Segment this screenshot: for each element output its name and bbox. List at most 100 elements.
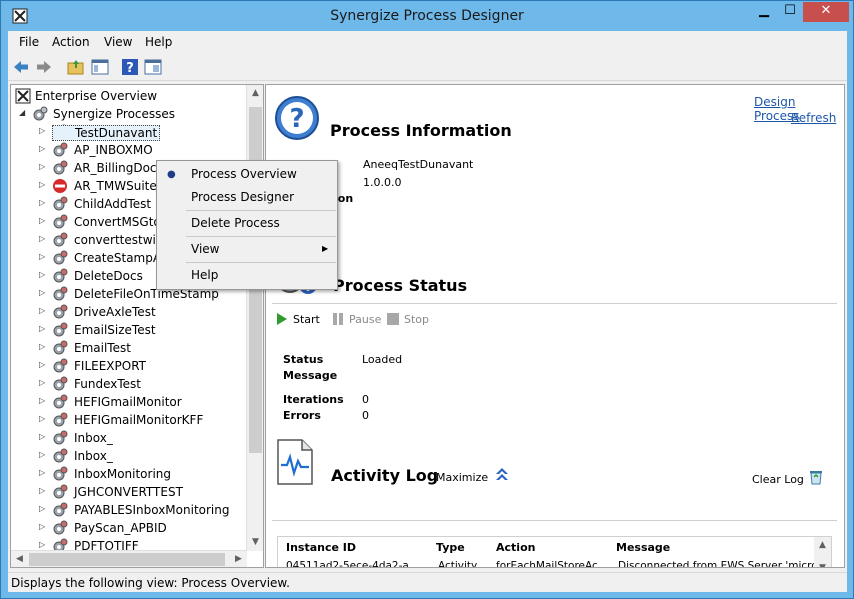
context-item-view[interactable]: View [191, 242, 219, 256]
process-icon [53, 394, 68, 409]
expand-arrow-icon[interactable]: ▷ [39, 144, 45, 153]
status-value: Loaded [362, 353, 403, 366]
help-icon[interactable]: ? [121, 58, 139, 76]
context-item-process-designer[interactable]: Process Designer [191, 190, 294, 204]
tree-item-label: Inbox_ [74, 449, 113, 463]
expand-arrow-icon[interactable]: ▷ [39, 486, 45, 495]
recycle-bin-icon[interactable] [808, 469, 824, 485]
expand-arrow-icon[interactable]: ▷ [39, 216, 45, 225]
expand-arrow-icon[interactable]: ▷ [39, 198, 45, 207]
cell-message: Disconnected from EWS Server 'microdea [618, 560, 814, 568]
context-item-process-overview[interactable]: Process Overview [191, 167, 297, 181]
grid-vertical-scrollbar[interactable]: ▲ ▼ [814, 537, 831, 567]
expand-arrow-icon[interactable]: ▷ [39, 360, 45, 369]
tree-item-label: HEFIGmailMonitor [74, 395, 182, 409]
expand-arrow-icon[interactable]: ▷ [39, 234, 45, 243]
process-icon [53, 196, 68, 211]
expand-arrow-icon[interactable]: ▷ [39, 162, 45, 171]
expand-arrow-icon[interactable]: ▷ [39, 378, 45, 387]
scroll-down-arrow-icon[interactable]: ▼ [247, 534, 263, 551]
minimize-button[interactable]: ▁ [751, 2, 777, 22]
tree-group-label: Synergize Processes [53, 107, 176, 121]
activity-log-grid[interactable]: Instance ID Type Action Message 04511ad2… [277, 536, 832, 568]
process-icon [53, 520, 68, 535]
process-name-value: AneeqTestDunavant [363, 158, 474, 171]
col-type[interactable]: Type [436, 541, 465, 554]
maximize-chevrons-icon[interactable] [494, 466, 510, 482]
process-icon [53, 376, 68, 391]
close-button[interactable]: ✕ [803, 2, 849, 22]
maximize-button[interactable]: ☐ [777, 2, 803, 22]
status-label: Status [283, 353, 324, 366]
col-action[interactable]: Action [496, 541, 535, 554]
col-message[interactable]: Message [616, 541, 670, 554]
scroll-left-arrow-icon[interactable]: ◀ [11, 551, 28, 567]
folder-up-icon[interactable] [67, 58, 85, 76]
back-arrow-icon[interactable] [12, 58, 30, 76]
status-bar: Displays the following view: Process Ove… [8, 572, 847, 592]
tree-hscroll-thumb[interactable] [29, 553, 225, 566]
expand-arrow-icon[interactable]: ▷ [39, 522, 45, 531]
scroll-right-arrow-icon[interactable]: ▶ [230, 551, 247, 567]
stop-icon [387, 313, 399, 325]
expand-arrow-icon[interactable]: ▷ [39, 414, 45, 423]
col-instance-id[interactable]: Instance ID [286, 541, 356, 554]
menu-file[interactable]: File [19, 35, 39, 49]
clear-log-label[interactable]: Clear Log [752, 473, 804, 486]
toolbar: ? [8, 53, 847, 81]
expand-arrow-icon[interactable]: ▷ [39, 432, 45, 441]
errors-label: Errors [283, 409, 321, 422]
grid-scroll-down-arrow-icon[interactable]: ▼ [814, 560, 831, 567]
process-info-title: Process Information [330, 121, 512, 140]
process-icon [53, 250, 68, 265]
tree-item-label: DriveAxleTest [74, 305, 156, 319]
process-icon [53, 484, 68, 499]
tree-item-label: Inbox_ [74, 431, 113, 445]
tree-vertical-scrollbar[interactable]: ▲ ▼ [246, 85, 263, 551]
tree-horizontal-scrollbar[interactable]: ◀ ▶ [11, 550, 247, 567]
show-tree-icon[interactable] [91, 58, 109, 76]
scroll-up-arrow-icon[interactable]: ▲ [247, 85, 263, 102]
process-icon [53, 232, 68, 247]
iterations-value: 0 [362, 393, 369, 406]
process-icon [53, 340, 68, 355]
stop-button[interactable]: Stop [387, 313, 429, 326]
context-item-help[interactable]: Help [191, 268, 218, 282]
collapse-arrow-icon[interactable]: ◢ [19, 108, 25, 117]
properties-icon[interactable] [144, 58, 162, 76]
start-button[interactable]: Start [276, 313, 320, 326]
refresh-link[interactable]: Refresh [791, 111, 836, 125]
play-icon [277, 313, 287, 325]
expand-arrow-icon[interactable]: ▷ [39, 540, 45, 549]
process-icon [53, 412, 68, 427]
expand-arrow-icon[interactable]: ▷ [39, 180, 45, 189]
activity-log-title: Activity Log [331, 466, 439, 485]
expand-arrow-icon[interactable]: ▷ [39, 126, 45, 135]
menu-action[interactable]: Action [52, 35, 90, 49]
expand-arrow-icon[interactable]: ▷ [39, 342, 45, 351]
expand-arrow-icon[interactable]: ▷ [39, 306, 45, 315]
expand-arrow-icon[interactable]: ▷ [39, 504, 45, 513]
process-icon [53, 502, 68, 517]
expand-arrow-icon[interactable]: ▷ [39, 288, 45, 297]
expand-arrow-icon[interactable]: ▷ [39, 468, 45, 477]
context-item-delete-process[interactable]: Delete Process [191, 216, 280, 230]
maximize-label[interactable]: Maximize [436, 471, 488, 484]
expand-arrow-icon[interactable]: ▷ [39, 324, 45, 333]
forward-arrow-icon[interactable] [35, 58, 53, 76]
process-icon [53, 268, 68, 283]
expand-arrow-icon[interactable]: ▷ [39, 450, 45, 459]
tree-root-label: Enterprise Overview [35, 89, 158, 103]
menu-view[interactable]: View [104, 35, 132, 49]
expand-arrow-icon[interactable]: ▷ [39, 396, 45, 405]
menu-help[interactable]: Help [145, 35, 172, 49]
process-tree[interactable]: Enterprise Overview ◢ Synergize Processe… [10, 84, 264, 568]
process-status-title: Process Status [333, 276, 468, 295]
pause-button[interactable]: Pause [332, 313, 381, 326]
title-bar[interactable]: Synergize Process Designer ▁ ☐ ✕ [1, 1, 853, 31]
expand-arrow-icon[interactable]: ▷ [39, 252, 45, 261]
grid-scroll-up-arrow-icon[interactable]: ▲ [814, 537, 831, 554]
expand-arrow-icon[interactable]: ▷ [39, 270, 45, 279]
cell-type: Activity [438, 560, 478, 568]
tree-item-label: TestDunavant [52, 125, 161, 141]
